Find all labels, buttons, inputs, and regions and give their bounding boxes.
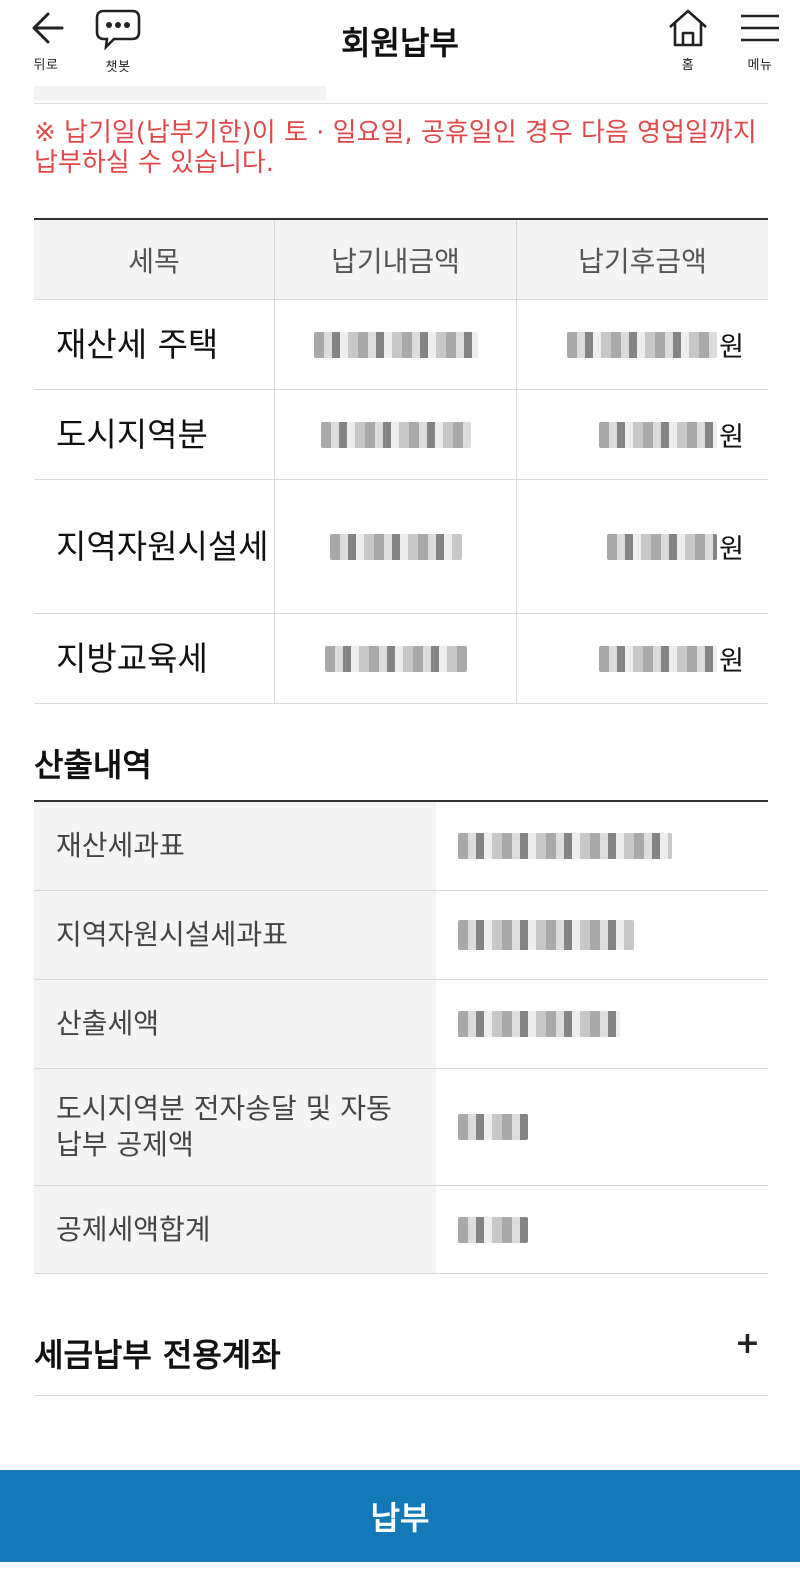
calculation-section-title: 산출내역: [34, 746, 152, 784]
divider: [34, 103, 768, 104]
tax-item-name: 지역자원시설세: [56, 526, 269, 566]
redacted-amount: [320, 421, 471, 448]
column-header-before-due: 납기내금액: [275, 220, 517, 299]
redacted-amount: [329, 533, 462, 560]
tax-item-name: 도시지역분: [56, 414, 208, 454]
home-button[interactable]: 홈: [662, 8, 714, 73]
calc-label: 도시지역분 전자송달 및 자동납부 공제액: [34, 1069, 436, 1185]
back-label: 뒤로: [33, 58, 59, 73]
expand-plus-icon[interactable]: +: [735, 1326, 760, 1361]
calc-label: 재산세과표: [34, 802, 436, 890]
app-header: 뒤로 챗봇 회원납부 홈 메뉴: [0, 0, 800, 86]
table-row: 공제세액합계: [34, 1186, 768, 1274]
redacted-value: [458, 920, 634, 950]
top-strip: [34, 86, 326, 100]
table-row: 재산세과표: [34, 802, 768, 891]
chat-bubble-icon: [95, 9, 141, 50]
chatbot-button[interactable]: 챗봇: [90, 8, 146, 75]
home-label: 홈: [681, 58, 695, 73]
back-arrow-icon: [32, 12, 64, 44]
table-row: 산출세액: [34, 980, 768, 1069]
hamburger-menu-icon: [741, 14, 779, 42]
table-row: 지역자원시설세과표: [34, 891, 768, 980]
column-header-tax-item: 세목: [34, 220, 275, 299]
pay-button[interactable]: 납부: [0, 1470, 800, 1562]
calc-label: 산출세액: [34, 980, 436, 1068]
tax-table-header: 세목 납기내금액 납기후금액: [34, 220, 768, 300]
due-date-notice: ※ 납기일(납부기한)이 토 · 일요일, 공휴일인 경우 다음 영업일까지 납…: [34, 118, 757, 178]
tax-item-name: 지방교육세: [56, 638, 208, 678]
tax-account-accordion[interactable]: 세금납부 전용계좌 +: [34, 1318, 768, 1396]
redacted-amount: [599, 421, 718, 448]
redacted-value: [458, 833, 672, 859]
currency-unit: 원: [719, 332, 744, 363]
redacted-amount: [599, 645, 718, 672]
menu-label: 메뉴: [747, 58, 773, 73]
back-button[interactable]: 뒤로: [18, 8, 74, 73]
redacted-amount: [607, 533, 718, 560]
calc-label: 공제세액합계: [34, 1186, 436, 1273]
redacted-amount: [324, 645, 467, 672]
home-icon: [669, 9, 707, 47]
currency-unit: 원: [719, 534, 744, 565]
calc-label: 지역자원시설세과표: [34, 891, 436, 979]
redacted-value: [458, 1216, 528, 1243]
currency-unit: 원: [719, 422, 744, 453]
redacted-amount: [313, 331, 478, 358]
table-row: 도시지역분 전자송달 및 자동납부 공제액: [34, 1069, 768, 1186]
tax-table: 세목 납기내금액 납기후금액 재산세 주택 원 도시지역분 원 지역자원시설세 …: [34, 218, 768, 704]
redacted-value: [458, 1114, 528, 1140]
currency-unit: 원: [719, 646, 744, 677]
menu-button[interactable]: 메뉴: [734, 8, 786, 73]
table-row: 재산세 주택 원: [34, 300, 768, 390]
redacted-amount: [567, 331, 718, 358]
tax-item-name: 재산세 주택: [56, 324, 219, 364]
redacted-value: [458, 1011, 620, 1037]
column-header-after-due: 납기후금액: [578, 244, 707, 278]
table-row: 지방교육세 원: [34, 614, 768, 704]
table-row: 지역자원시설세 원: [34, 480, 768, 614]
calculation-table: 재산세과표 지역자원시설세과표 산출세액 도시지역분 전자송달 및 자동납부 공…: [34, 800, 768, 1274]
table-row: 도시지역분 원: [34, 390, 768, 480]
tax-account-title: 세금납부 전용계좌: [34, 1336, 281, 1374]
chatbot-label: 챗봇: [105, 60, 131, 75]
